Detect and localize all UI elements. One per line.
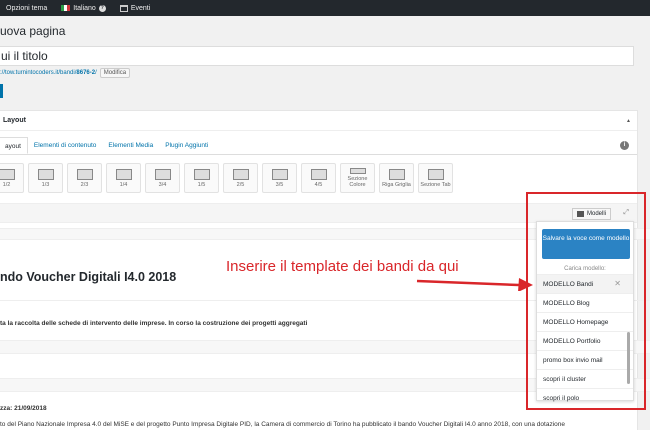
- element-tab-section[interactable]: Sezione Tab: [418, 163, 453, 193]
- screen: Opzioni tema Italiano? Eventi uova pagin…: [0, 0, 650, 430]
- template-item-label: MODELLO Bandi: [543, 281, 594, 288]
- info-icon[interactable]: i: [620, 141, 629, 150]
- panel-title: Layout: [3, 117, 26, 124]
- element-label: 3/4: [158, 181, 167, 188]
- tab-content-elements[interactable]: Elementi di contenuto: [28, 137, 103, 154]
- element-label: 4/5: [314, 181, 323, 188]
- element-4-5[interactable]: 4/5: [301, 163, 336, 193]
- element-label: 1/4: [119, 181, 128, 188]
- layout-elements: 1/2 1/3 2/3 1/4 3/4 1/5 2/5 3/5 4/5 Sezi…: [0, 163, 453, 193]
- language-switcher[interactable]: Italiano?: [61, 4, 106, 12]
- template-item-label: promo box invio mail: [543, 357, 603, 364]
- element-color-section[interactable]: Sezione Colore: [340, 163, 375, 193]
- builder-tabs: ayout Elementi di contenuto Elementi Med…: [0, 137, 637, 155]
- element-1-3[interactable]: 1/3: [28, 163, 63, 193]
- edit-permalink-button[interactable]: Modifica: [99, 68, 131, 78]
- templates-dropdown: Salvare la voce come modello Carica mode…: [536, 221, 634, 402]
- element-label: 1/2: [2, 181, 11, 188]
- column-icon: [154, 168, 171, 180]
- content-date: zza: 21/09/2018: [0, 405, 47, 412]
- collapse-caret-icon[interactable]: ▲: [626, 118, 631, 124]
- post-title-input[interactable]: ui il titolo: [0, 46, 634, 66]
- element-1-4[interactable]: 1/4: [106, 163, 141, 193]
- save-as-template-button[interactable]: Salvare la voce come modello: [542, 229, 630, 259]
- element-label: Sezione Tab: [420, 181, 451, 188]
- column-icon: [37, 168, 54, 180]
- permalink-slug: 8676-2: [76, 70, 96, 76]
- element-1-2[interactable]: 1/2: [0, 163, 24, 193]
- load-template-label: Carica modello:: [564, 266, 606, 272]
- theme-options-label: Opzioni tema: [6, 4, 48, 12]
- template-item[interactable]: scopri il polo: [537, 388, 633, 407]
- column-icon: [0, 168, 15, 180]
- element-label: 2/3: [80, 181, 89, 188]
- template-item-label: scopri il cluster: [543, 376, 586, 383]
- tab-layout[interactable]: ayout: [0, 137, 28, 154]
- element-3-4[interactable]: 3/4: [145, 163, 180, 193]
- page-title: uova pagina: [0, 24, 66, 38]
- calendar-icon: [119, 4, 128, 12]
- language-label: Italiano: [73, 4, 96, 12]
- theme-options-link[interactable]: Opzioni tema: [6, 5, 47, 12]
- italian-flag-icon: [61, 5, 71, 11]
- content-subtext: ta la raccolta delle schede di intervent…: [0, 320, 308, 327]
- column-icon: [232, 168, 249, 180]
- admin-bar: Opzioni tema Italiano? Eventi: [0, 0, 650, 16]
- permalink-link[interactable]: ://tow.turnintocoders.it/bandi/8676-2/: [0, 70, 97, 76]
- element-2-3[interactable]: 2/3: [67, 163, 102, 193]
- tab-section-icon: [427, 168, 444, 180]
- events-link[interactable]: Eventi: [119, 4, 151, 12]
- element-1-5[interactable]: 1/5: [184, 163, 219, 193]
- template-item[interactable]: scopri il cluster: [537, 369, 633, 388]
- events-label: Eventi: [130, 4, 151, 12]
- dropdown-scrollbar[interactable]: [627, 332, 630, 384]
- content-heading: ndo Voucher Digitali I4.0 2018: [0, 270, 177, 284]
- section-icon: [349, 168, 366, 174]
- element-label: 2/5: [236, 181, 245, 188]
- template-item-label: MODELLO Portfolio: [543, 338, 601, 345]
- element-label: Riga Griglia: [382, 181, 411, 188]
- tab-media-elements[interactable]: Elementi Media: [102, 137, 159, 154]
- column-icon: [76, 168, 93, 180]
- template-item-label: MODELLO Blog: [543, 300, 590, 307]
- element-label: Sezione Colore: [347, 176, 368, 188]
- template-list: MODELLO Bandi ✕ MODELLO Blog MODELLO Home…: [537, 274, 633, 407]
- element-2-5[interactable]: 2/5: [223, 163, 258, 193]
- publish-button-edge[interactable]: [0, 84, 3, 98]
- panel-header[interactable]: Layout ▲: [0, 111, 637, 131]
- permalink-tail: /: [95, 70, 97, 76]
- template-item-label: scopri il polo: [543, 395, 580, 402]
- column-icon: [193, 168, 210, 180]
- grid-icon: [388, 168, 405, 180]
- element-3-5[interactable]: 3/5: [262, 163, 297, 193]
- template-item[interactable]: MODELLO Portfolio: [537, 331, 633, 350]
- column-icon: [310, 168, 327, 180]
- help-icon: ?: [98, 4, 106, 12]
- delete-template-icon[interactable]: ✕: [614, 279, 621, 288]
- template-item-label: MODELLO Homepage: [543, 319, 609, 326]
- template-item[interactable]: MODELLO Homepage: [537, 312, 633, 331]
- template-item[interactable]: promo box invio mail: [537, 350, 633, 369]
- content-body: to del Piano Nazionale Impresa 4.0 del M…: [0, 421, 565, 428]
- tab-plugins[interactable]: Plugin Aggiunti: [159, 137, 214, 154]
- column-icon: [115, 168, 132, 180]
- template-item[interactable]: MODELLO Bandi ✕: [537, 274, 633, 293]
- permalink-base: ://tow.turnintocoders.it/bandi/: [0, 70, 77, 76]
- element-label: 1/5: [197, 181, 206, 188]
- element-grid-row[interactable]: Riga Griglia: [379, 163, 414, 193]
- template-item[interactable]: MODELLO Blog: [537, 293, 633, 312]
- annotation-arrow: [416, 278, 533, 291]
- permalink: ://tow.turnintocoders.it/bandi/8676-2/ M…: [0, 68, 131, 78]
- column-icon: [271, 168, 288, 180]
- element-label: 1/3: [41, 181, 50, 188]
- element-label: 3/5: [275, 181, 284, 188]
